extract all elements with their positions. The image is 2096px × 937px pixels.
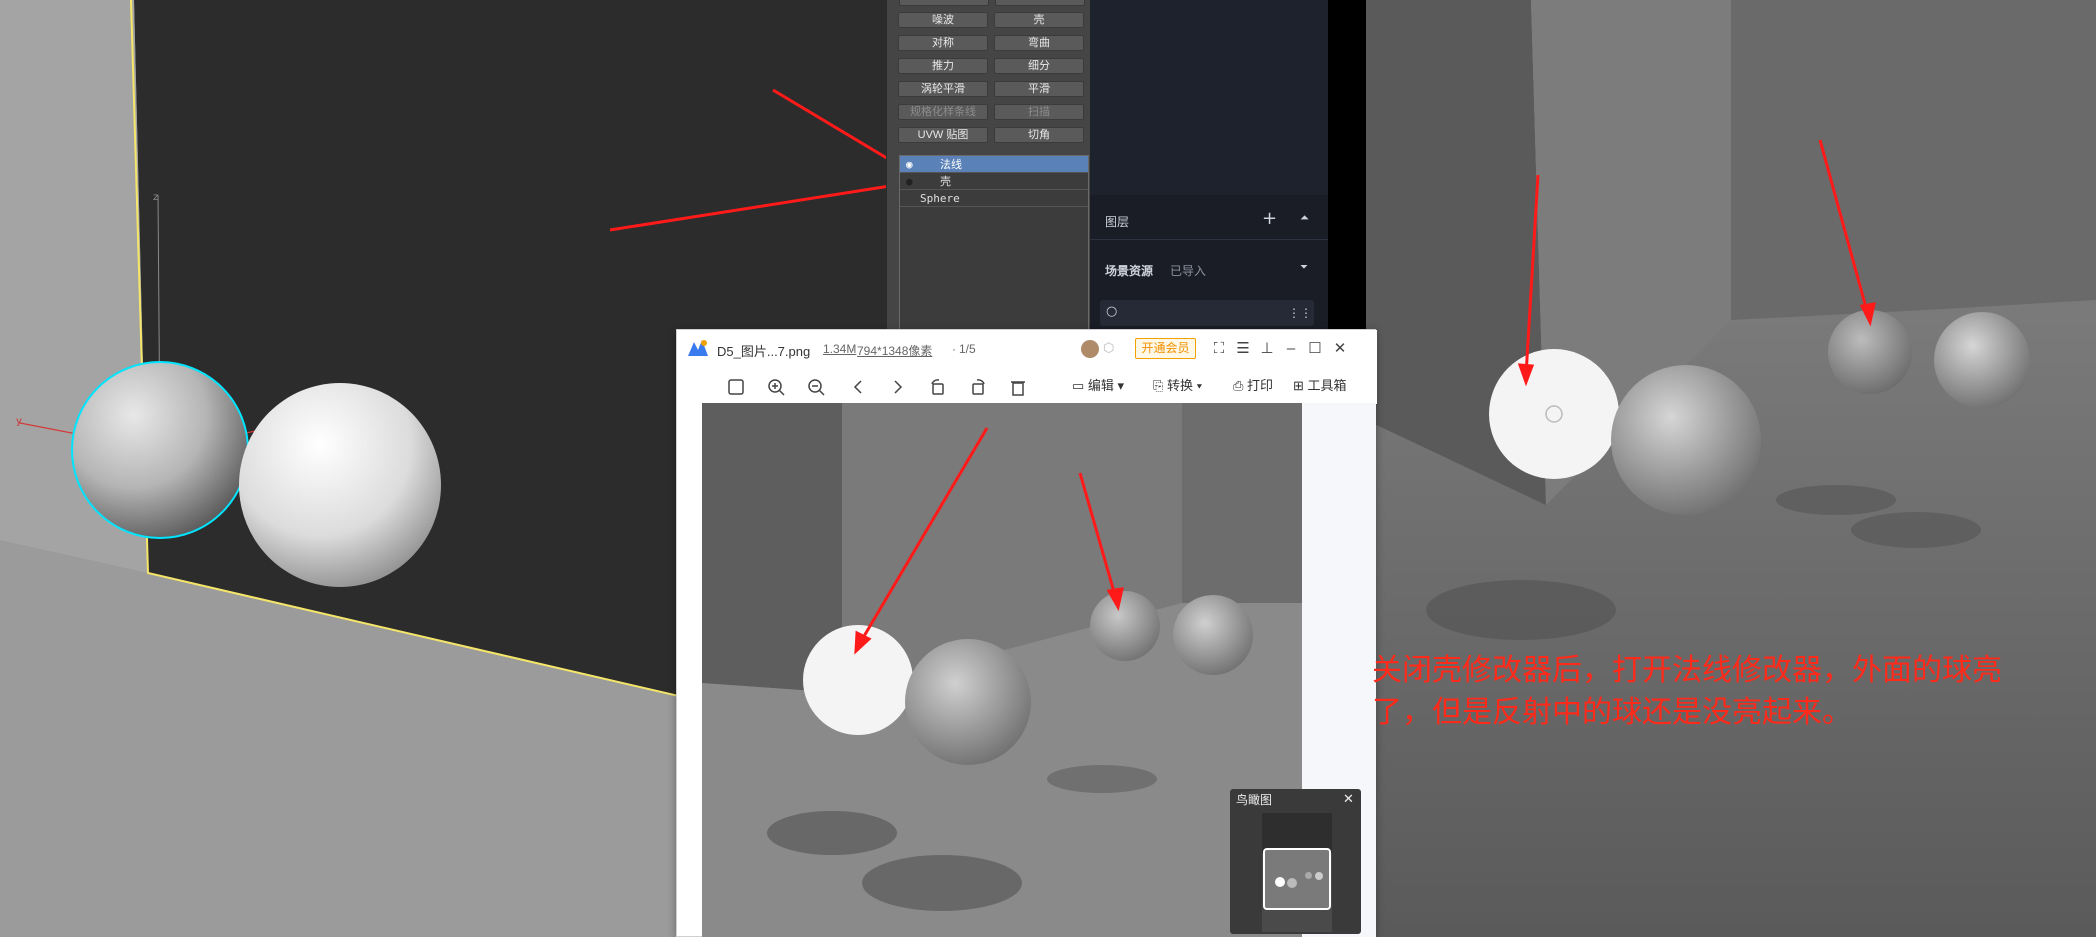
eye-off-icon[interactable]: ●	[906, 173, 913, 190]
viewer-titlebar: D5_图片...7.png 1.34M · 794*1348像素 · 1/5 ⬡…	[677, 330, 1377, 368]
edit-icon: ▭	[1072, 378, 1085, 393]
toolbox-label: 工具箱	[1307, 378, 1347, 393]
add-layer-icon[interactable]: +	[1262, 208, 1277, 229]
print-label: 打印	[1247, 378, 1274, 393]
pin-icon[interactable]: ⊥	[1257, 339, 1277, 359]
convert-label: 转换	[1167, 378, 1194, 393]
modifier-button-partial[interactable]	[995, 0, 1085, 6]
rotate-right-icon[interactable]	[969, 376, 987, 396]
modifier-button[interactable]: 弯曲	[994, 35, 1084, 51]
modifier-button[interactable]: 扫描	[994, 104, 1084, 120]
collapse-icon[interactable]: ⏶	[1300, 211, 1309, 225]
viewer-render-image	[702, 403, 1302, 937]
layers-row: 图层 + ⏶	[1090, 200, 1328, 240]
delete-icon[interactable]	[1009, 376, 1027, 396]
svg-text:y: y	[16, 416, 22, 427]
maximize-icon[interactable]: ☐	[1305, 339, 1325, 359]
screen: z y x 噪波壳对称弯曲推力细分涡轮平滑平滑规格化样条线扫描UVW 贴图切角 …	[0, 0, 2096, 937]
stack-item-label: 壳	[940, 175, 951, 188]
birdseye-viewport-frame[interactable]	[1263, 848, 1331, 910]
modifier-button-partial[interactable]	[899, 0, 989, 6]
modifier-button[interactable]: 细分	[994, 58, 1084, 74]
stack-item-label: Sphere	[920, 192, 960, 205]
fullscreen-icon[interactable]: ⛶	[1209, 339, 1229, 359]
viewer-filename: D5_图片...7.png	[717, 344, 811, 359]
modifier-stack[interactable]: ◉ 法线 ● 壳 Sphere	[899, 155, 1089, 330]
zoom-in-icon[interactable]	[767, 376, 785, 396]
edit-button[interactable]: ▭ 编辑 ▾	[1072, 376, 1124, 396]
viewer-page: 1/5	[959, 342, 976, 356]
modifier-button[interactable]: 对称	[898, 35, 988, 51]
dropdown-icon[interactable]: ⏷	[1300, 262, 1308, 273]
rotate-left-icon[interactable]	[929, 376, 947, 396]
modifier-button[interactable]: 切角	[994, 127, 1084, 143]
viewer-image-canvas[interactable]	[702, 403, 1302, 937]
modifier-button[interactable]: 涡轮平滑	[898, 81, 988, 97]
convert-button[interactable]: ⎘ 转换 ▾	[1153, 376, 1202, 396]
modifier-button[interactable]: 壳	[994, 12, 1084, 28]
print-button[interactable]: ⎙ 打印	[1233, 376, 1273, 396]
imported-label[interactable]: 已导入	[1170, 262, 1206, 279]
divider	[1328, 0, 1366, 330]
vip-button[interactable]: 开通会员	[1135, 338, 1196, 359]
next-icon[interactable]	[889, 376, 907, 396]
birdseye-thumbnail	[1262, 813, 1332, 932]
avatar[interactable]	[1081, 340, 1099, 358]
scene-assets-row: 场景资源 已导入 ⏷	[1090, 250, 1328, 290]
birdseye-title: 鸟瞰图	[1236, 793, 1273, 807]
d5-side-panel: 图层 + ⏶ 场景资源 已导入 ⏷ ○ ⋮⋮	[1090, 0, 1328, 330]
grid-view-icon[interactable]: ⋮⋮	[1286, 300, 1314, 326]
asset-search-input[interactable]: ○	[1100, 300, 1290, 326]
render-image-right	[1366, 0, 2096, 937]
minimize-icon[interactable]: –	[1281, 339, 1301, 359]
previous-icon[interactable]	[849, 376, 867, 396]
scene-assets-label[interactable]: 场景资源	[1105, 262, 1153, 279]
image-viewer-window: D5_图片...7.png 1.34M · 794*1348像素 · 1/5 ⬡…	[676, 329, 1377, 937]
close-icon[interactable]: ✕	[1330, 339, 1350, 359]
annotation-text: 关闭壳修改器后，打开法线修改器，外面的球亮了，但是反射中的球还是没亮起来。	[1372, 653, 2002, 730]
menu-icon[interactable]: ☰	[1233, 339, 1253, 359]
eye-icon[interactable]: ◉	[906, 156, 913, 173]
d5-panel-top	[1090, 0, 1328, 195]
stack-item-sphere[interactable]: Sphere	[900, 190, 1088, 207]
viewer-dimensions[interactable]: 794*1348像素	[857, 342, 932, 359]
stack-item-shell[interactable]: ● 壳	[900, 173, 1088, 190]
print-icon: ⎙	[1233, 378, 1244, 393]
modifier-button[interactable]: 推力	[898, 58, 988, 74]
shield-icon[interactable]: ⬡	[1103, 340, 1114, 356]
render-scene-right	[1366, 0, 2096, 937]
edit-label: 编辑	[1087, 378, 1114, 393]
modifier-button[interactable]: 噪波	[898, 12, 988, 28]
toolbox-button[interactable]: ⊞ 工具箱	[1293, 376, 1347, 396]
search-icon: ○	[1106, 304, 1118, 319]
svg-text:z: z	[153, 192, 158, 203]
viewer-toolbar: ▭ 编辑 ▾ ⎘ 转换 ▾ ⎙ 打印 ⊞ 工具箱	[677, 368, 1377, 404]
fit-window-icon[interactable]	[727, 376, 745, 396]
layers-label: 图层	[1105, 215, 1130, 229]
modifier-button[interactable]: 平滑	[994, 81, 1084, 97]
zoom-out-icon[interactable]	[807, 376, 825, 396]
close-icon[interactable]: ✕	[1343, 792, 1354, 807]
app-logo-icon	[687, 338, 709, 358]
stack-item-label: 法线	[940, 158, 962, 171]
stack-item-normal[interactable]: ◉ 法线	[900, 156, 1088, 173]
birdseye-panel[interactable]: 鸟瞰图 ✕	[1230, 789, 1361, 934]
modifier-button[interactable]: UVW 贴图	[898, 127, 988, 143]
convert-icon: ⎘	[1153, 378, 1164, 393]
toolbox-icon: ⊞	[1293, 378, 1304, 393]
modifier-button[interactable]: 规格化样条线	[898, 104, 988, 120]
